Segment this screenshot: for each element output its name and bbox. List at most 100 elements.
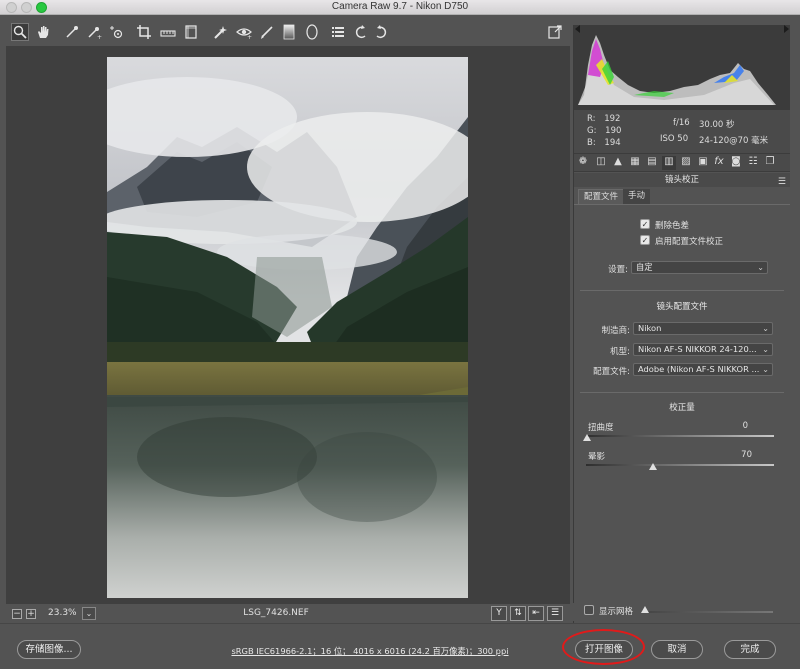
copy-settings-icon[interactable]: ⇤	[528, 606, 544, 621]
canvas-status-bar: − + 23.3% ⌄ LSG_7426.NEF Y ⇅ ⇤ ☰	[6, 605, 570, 623]
remove-ca-label: 删除色差	[655, 221, 690, 231]
toggle-settings-icon[interactable]: ☰	[547, 606, 563, 621]
red-eye-removal-icon[interactable]: +	[236, 24, 252, 40]
zoom-in-button[interactable]: +	[26, 609, 36, 619]
rotate-left-icon[interactable]	[353, 24, 369, 40]
before-after-y-button[interactable]: Y	[491, 606, 507, 621]
make-select[interactable]: Nikon ⌄	[633, 322, 773, 335]
correction-amount-section-title: 校正量	[669, 403, 695, 413]
enable-profile-checkbox[interactable]: ✓	[640, 235, 650, 245]
distortion-slider-track[interactable]	[586, 435, 774, 437]
tab-manual[interactable]: 手动	[623, 189, 651, 204]
iso: ISO 50	[660, 134, 689, 144]
zoom-level: 23.3%	[48, 608, 77, 618]
svg-text:+: +	[247, 34, 252, 40]
g-value: 190	[605, 126, 622, 136]
chevron-down-icon: ⌄	[762, 365, 769, 374]
window-title: Camera Raw 9.7 - Nikon D750	[331, 1, 469, 12]
aperture: f/16	[673, 118, 690, 128]
spot-removal-icon[interactable]	[212, 24, 228, 40]
grid-size-slider-track[interactable]	[643, 611, 773, 613]
model-label: 机型:	[610, 347, 630, 357]
highlight-annotation-ring	[562, 629, 645, 665]
fullscreen-toggle-icon[interactable]	[547, 24, 563, 40]
setup-label: 设置:	[608, 265, 628, 275]
panel-title-text: 镜头校正	[664, 175, 699, 185]
effects-tab-icon[interactable]: ▨	[679, 156, 693, 170]
save-image-button[interactable]: 存储图像...	[17, 640, 81, 659]
basic-tab-icon[interactable]: ❁	[576, 156, 590, 170]
b-label: B:	[587, 138, 596, 148]
make-value: Nikon	[638, 323, 662, 333]
targeted-adjustment-icon[interactable]	[108, 24, 124, 40]
vignetting-label: 晕影	[588, 452, 606, 462]
adjustment-brush-icon[interactable]	[259, 24, 275, 40]
preferences-list-icon[interactable]	[330, 24, 346, 40]
zoom-tool-icon[interactable]	[11, 23, 29, 41]
show-grid-label: 显示网格	[599, 607, 634, 617]
camera-calibration-tab-icon[interactable]: ▣	[696, 156, 710, 170]
model-select[interactable]: Nikon AF-S NIKKOR 24-120... ⌄	[633, 343, 773, 356]
tab-profile[interactable]: 配置文件	[578, 189, 625, 204]
shutter-speed: 30.00 秒	[699, 120, 735, 130]
distortion-label: 扭曲度	[588, 423, 614, 433]
panel-menu-icon[interactable]: ☰	[778, 175, 786, 189]
camera-tab-icon[interactable]: ◙	[729, 156, 743, 170]
svg-text:+: +	[97, 34, 102, 40]
split-toning-tab-icon[interactable]: ▤	[645, 156, 659, 170]
distortion-value[interactable]: 0	[718, 421, 748, 431]
straighten-tool-icon[interactable]	[160, 24, 176, 40]
image-canvas[interactable]	[6, 46, 570, 604]
setup-select[interactable]: 自定 ⌄	[631, 261, 768, 274]
show-grid-checkbox[interactable]	[584, 605, 594, 615]
g-label: G:	[587, 126, 597, 136]
zoom-dropdown[interactable]: ⌄	[82, 607, 96, 620]
white-balance-eyedropper-icon[interactable]	[64, 24, 80, 40]
graduated-filter-icon[interactable]	[281, 24, 297, 40]
presets-tab-icon[interactable]: ☷	[746, 156, 760, 170]
profile-select[interactable]: Adobe (Nikon AF-S NIKKOR ... ⌄	[633, 363, 773, 376]
chevron-down-icon: ⌄	[762, 345, 769, 354]
right-panel: R: 192 G: 190 B: 194 f/16 30.00 秒 ISO 50…	[573, 25, 790, 623]
swap-before-after-icon[interactable]: ⇅	[510, 606, 526, 621]
crop-tool-icon[interactable]	[136, 24, 152, 40]
zoom-out-button[interactable]: −	[12, 609, 22, 619]
rotate-right-icon[interactable]	[373, 24, 389, 40]
panel-tabs: ❁ ◫ ▲ ▦ ▤ ▥ ▨ ▣ fx ◙ ☷ ❐	[574, 153, 790, 172]
b-value: 194	[604, 138, 621, 148]
hsl-tab-icon[interactable]: ▦	[628, 156, 642, 170]
lens-focal-length: 24-120@70 毫米	[699, 136, 769, 146]
snapshots-tab-icon[interactable]: ❐	[763, 156, 777, 170]
bottom-bar: 存储图像... sRGB IEC61966-2.1；16 位； 4016 x 6…	[0, 623, 800, 669]
tone-curve-tab-icon[interactable]: ◫	[594, 156, 608, 170]
radial-filter-icon[interactable]	[304, 24, 320, 40]
distortion-slider-thumb[interactable]	[583, 434, 591, 441]
color-sampler-icon[interactable]: +	[86, 24, 102, 40]
file-name: LSG_7426.NEF	[243, 608, 309, 618]
vignetting-value[interactable]: 70	[722, 450, 752, 460]
lens-subtabs: 配置文件 手动	[574, 188, 790, 204]
show-grid-row: 显示网格	[573, 603, 789, 621]
enable-profile-label: 启用配置文件校正	[655, 237, 724, 247]
detail-tab-icon[interactable]: ▲	[611, 156, 625, 170]
photo-preview[interactable]	[107, 57, 468, 598]
hand-tool-icon[interactable]	[35, 24, 51, 40]
r-label: R:	[587, 114, 596, 124]
cancel-button[interactable]: 取消	[651, 640, 703, 659]
vignetting-slider-thumb[interactable]	[649, 463, 657, 470]
fx-tab-icon[interactable]: fx	[712, 156, 726, 170]
profile-value: Adobe (Nikon AF-S NIKKOR ...	[638, 364, 760, 374]
image-info: R: 192 G: 190 B: 194 f/16 30.00 秒 ISO 50…	[574, 110, 790, 153]
chevron-down-icon: ⌄	[757, 263, 764, 272]
panel-title: 镜头校正 ☰	[574, 173, 790, 187]
lens-corrections-tab-icon[interactable]: ▥	[662, 156, 676, 170]
profile-label: 配置文件:	[593, 367, 630, 377]
chevron-down-icon: ⌄	[762, 324, 769, 333]
workflow-options-link[interactable]: sRGB IEC61966-2.1；16 位； 4016 x 6016 (24.…	[205, 645, 535, 657]
remove-ca-checkbox[interactable]: ✓	[640, 219, 650, 229]
transform-tool-icon[interactable]	[183, 24, 199, 40]
grid-size-slider-thumb[interactable]	[641, 606, 649, 613]
vignetting-slider-track[interactable]	[586, 464, 774, 466]
done-button[interactable]: 完成	[724, 640, 776, 659]
lens-profile-section-title: 镜头配置文件	[656, 302, 708, 312]
